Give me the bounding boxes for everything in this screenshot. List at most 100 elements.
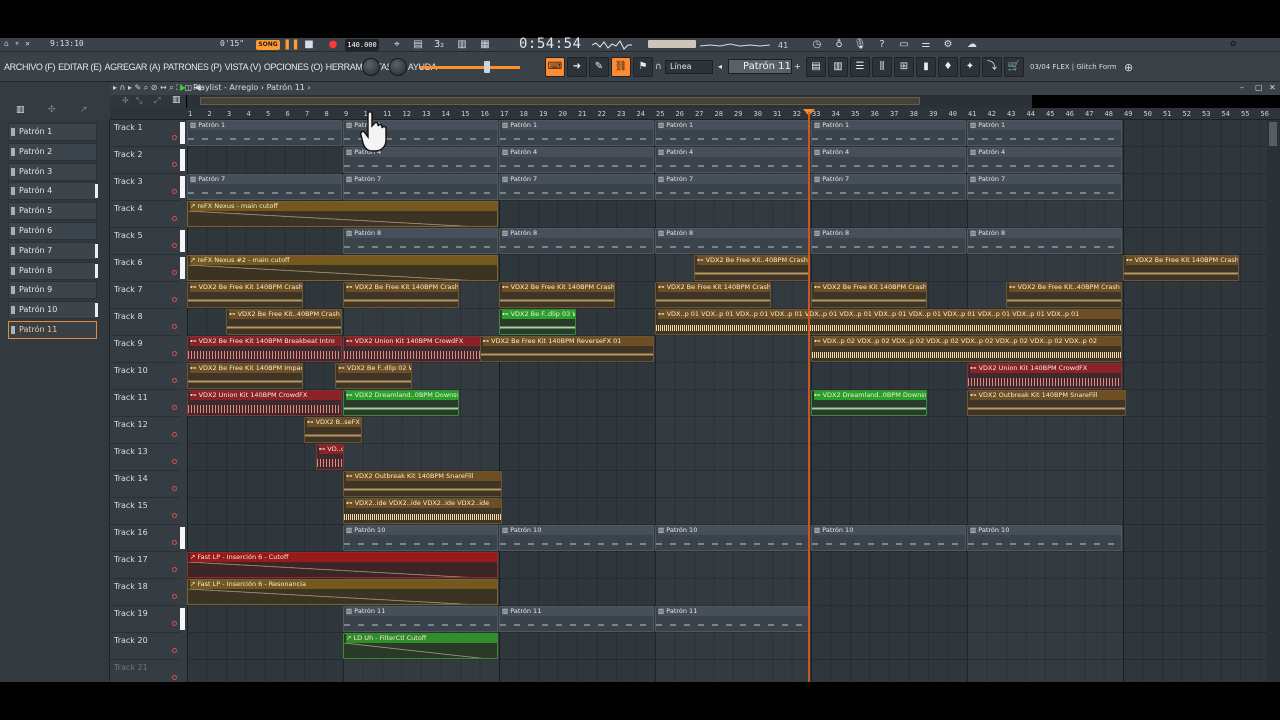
pattern-clip[interactable]: ▥ Patrón 1 xyxy=(811,120,966,146)
plugin-icon[interactable]: ⚙ xyxy=(941,39,955,51)
automation-clip[interactable]: ↗ reFX Nexus #2 - main cutoff xyxy=(187,255,498,281)
add-pattern-icon[interactable]: + xyxy=(794,62,801,71)
pattern-clip[interactable]: ▥ Patrón 10 xyxy=(343,525,498,551)
mute-indicator-icon[interactable] xyxy=(172,135,177,140)
mute-indicator-icon[interactable] xyxy=(172,540,177,545)
mute-indicator-icon[interactable] xyxy=(172,189,177,194)
mute-indicator-icon[interactable] xyxy=(172,297,177,302)
track-header[interactable]: Track 2 xyxy=(110,147,185,174)
master-volume-knob[interactable] xyxy=(362,58,380,76)
pattern-clip[interactable]: ▥ Patrón 7 xyxy=(811,174,966,200)
wait-input-icon[interactable]: ▤ xyxy=(411,39,425,51)
track-header[interactable]: Track 16 xyxy=(110,525,185,552)
audio-clip[interactable]: ⊷ VDX2 Outbreak Kit 140BPM SnareFill xyxy=(343,471,502,497)
pattern-item[interactable]: Patrón 9 xyxy=(8,281,97,300)
track-header[interactable]: Track 13 xyxy=(110,444,181,471)
microphone-icon[interactable]: 🎙 xyxy=(853,39,867,51)
pattern-clip[interactable]: ▥ Patrón 4 xyxy=(499,147,654,173)
pattern-clip[interactable]: ▥ Patrón 7 xyxy=(343,174,498,200)
menu-view[interactable]: VISTA (V) xyxy=(225,62,262,72)
track-header[interactable]: Track 19 xyxy=(110,606,185,633)
mute-indicator-icon[interactable] xyxy=(172,243,177,248)
audio-clip[interactable]: ⊷ VDX2 Be Free Kit 140BPM Crash 01 xyxy=(1123,255,1239,281)
pattern-item[interactable]: Patrón 11 xyxy=(8,321,97,339)
playlist-icon[interactable]: ▤ xyxy=(806,57,826,77)
prev-pattern-icon[interactable]: ◂ xyxy=(718,62,722,71)
pattern-clip[interactable]: ▥ Patrón 1 xyxy=(499,120,654,146)
pause-icon[interactable]: ❚❚ xyxy=(283,39,300,51)
audio-clip[interactable]: ⊷ VDX2 Be Free Kit 140BPM Impact xyxy=(187,363,303,389)
zoom-icon[interactable]: ✢ xyxy=(122,96,129,105)
pattern-clip[interactable]: ▥ Patrón 7 xyxy=(967,174,1122,200)
song-position-clock[interactable]: 0:54:54 xyxy=(519,36,582,52)
loop-record-icon[interactable]: ▦ xyxy=(478,39,492,51)
menu-add[interactable]: AGREGAR (A) xyxy=(105,62,161,72)
mute-indicator-icon[interactable] xyxy=(172,621,177,626)
pattern-clip[interactable]: ▥ Patrón 1 xyxy=(187,120,342,146)
pattern-clip[interactable]: ▥ Patrón 1 xyxy=(967,120,1122,146)
audio-clip[interactable]: ⊷ VDX2..ide VDX2..ide VDX2..ide VDX2..id… xyxy=(343,498,502,524)
pattern-clip[interactable]: ▥ Patrón 11 xyxy=(655,606,810,632)
mute-indicator-icon[interactable] xyxy=(172,405,177,410)
close-icon[interactable]: ✕ xyxy=(1269,83,1276,92)
pattern-clip[interactable]: ▥ Patrón 8 xyxy=(967,228,1122,254)
plugin-database-icon[interactable]: ▮ xyxy=(916,57,936,77)
pattern-clip[interactable]: ▥ Patrón 7 xyxy=(655,174,810,200)
pattern-clip[interactable]: ▥ Patrón 10 xyxy=(811,525,966,551)
audio-clip[interactable]: ⊷ VDX2 Be Free Kit..40BPM Crash 02 #2 xyxy=(226,309,342,335)
audio-clip[interactable]: ⊷ VDX2 Be Free Kit 140BPM ReverseFX 01 xyxy=(479,336,654,362)
track-header[interactable]: Track 11 xyxy=(110,390,181,417)
pattern-clip[interactable]: ▥ Patrón 10 xyxy=(655,525,810,551)
track-header[interactable]: Track 7 xyxy=(110,282,181,309)
record-icon[interactable]: ● xyxy=(326,39,340,51)
pattern-clip[interactable]: ▥ Patrón 10 xyxy=(499,525,654,551)
track-header[interactable]: Track 1 xyxy=(110,120,185,147)
main-slider[interactable] xyxy=(420,66,520,69)
typing-keyboard-icon[interactable]: ⌨ xyxy=(545,57,565,77)
audio-clip[interactable]: ⊷ VDX2 B..seFX 02 xyxy=(304,417,362,443)
audio-clip[interactable]: ⊷ VDX2 Be Free Kit 140BPM Crash 02 xyxy=(187,282,303,308)
clock-icon[interactable]: ◷ xyxy=(810,39,824,51)
browser-icon[interactable]: ⊞ xyxy=(894,57,914,77)
audio-clip[interactable]: ⊷ VDX2 Be Free Kit..40BPM Crash 02 #2 xyxy=(694,255,810,281)
playlist-play-icon[interactable]: ▶ xyxy=(180,83,186,92)
pattern-item[interactable]: Patrón 8 xyxy=(8,261,98,280)
step-forward-icon[interactable]: ➜ xyxy=(567,57,587,77)
track-header[interactable]: Track 18 xyxy=(110,579,181,606)
channel-rack-icon[interactable]: ☰ xyxy=(850,57,870,77)
track-header[interactable]: Track 15 xyxy=(110,498,181,525)
audio-clip[interactable]: ⊷ VDX2 Union Kit 140BPM CrowdFX xyxy=(967,363,1122,389)
pattern-clip[interactable]: ▥ Patrón 7 xyxy=(499,174,654,200)
audio-clip[interactable]: ⊷ VDX2 Union Kit 140BPM CrowdFX xyxy=(187,390,342,416)
mute-indicator-icon[interactable] xyxy=(172,486,177,491)
automation-clip[interactable]: ↗ LD Uh - FilterCtl Cutoff xyxy=(343,633,498,659)
track-header[interactable]: Track 17 xyxy=(110,552,181,579)
audio-clip[interactable]: ⊷ VDX2 Be F..dlip 03 WET xyxy=(499,309,576,335)
globe-icon[interactable]: ⊕ xyxy=(1124,61,1133,74)
pattern-clip[interactable]: ▥ Patrón 8 xyxy=(811,228,966,254)
picker-auto-icon[interactable]: ↗ xyxy=(80,105,88,115)
vertical-scroll-thumb[interactable] xyxy=(1269,122,1277,146)
audio-clip[interactable]: ⊷ VDX..p 02 VDX..p 02 VDX..p 02 VDX..p 0… xyxy=(811,336,1122,362)
track-header[interactable]: Track 8 xyxy=(110,309,181,336)
mute-indicator-icon[interactable] xyxy=(172,459,177,464)
mute-indicator-icon[interactable] xyxy=(172,378,177,383)
pattern-item[interactable]: Patrón 4 xyxy=(8,182,98,201)
menu-patterns[interactable]: PATRONES (P) xyxy=(163,62,222,72)
mute-indicator-icon[interactable] xyxy=(172,351,177,356)
mute-indicator-icon[interactable] xyxy=(172,513,177,518)
shop-icon[interactable]: 🛒 xyxy=(1004,57,1024,77)
audio-clip[interactable]: ⊷ VDX2 Be Free Kit 140BPM Crash 01 xyxy=(499,282,615,308)
blend-notes-icon[interactable]: ▥ xyxy=(455,39,469,51)
snap-select[interactable]: Línea xyxy=(665,60,713,74)
mixer-window-icon[interactable]: ⫼ xyxy=(872,57,892,77)
mute-indicator-icon[interactable] xyxy=(172,675,177,680)
audio-clip[interactable]: ⊷ VDX2 Dreamland..0BPM Downsweep xyxy=(343,390,459,416)
mute-indicator-icon[interactable] xyxy=(172,270,177,275)
pattern-clip[interactable]: ▥ Patrón 11 xyxy=(499,606,654,632)
main-slider-handle[interactable] xyxy=(484,61,490,73)
piano-roll-icon[interactable]: ▥ xyxy=(828,57,848,77)
track-header[interactable]: Track 14 xyxy=(110,471,181,498)
pattern-clip[interactable]: ▥ Patrón 8 xyxy=(343,228,498,254)
snapshot-icon[interactable]: ▭ xyxy=(897,39,911,51)
